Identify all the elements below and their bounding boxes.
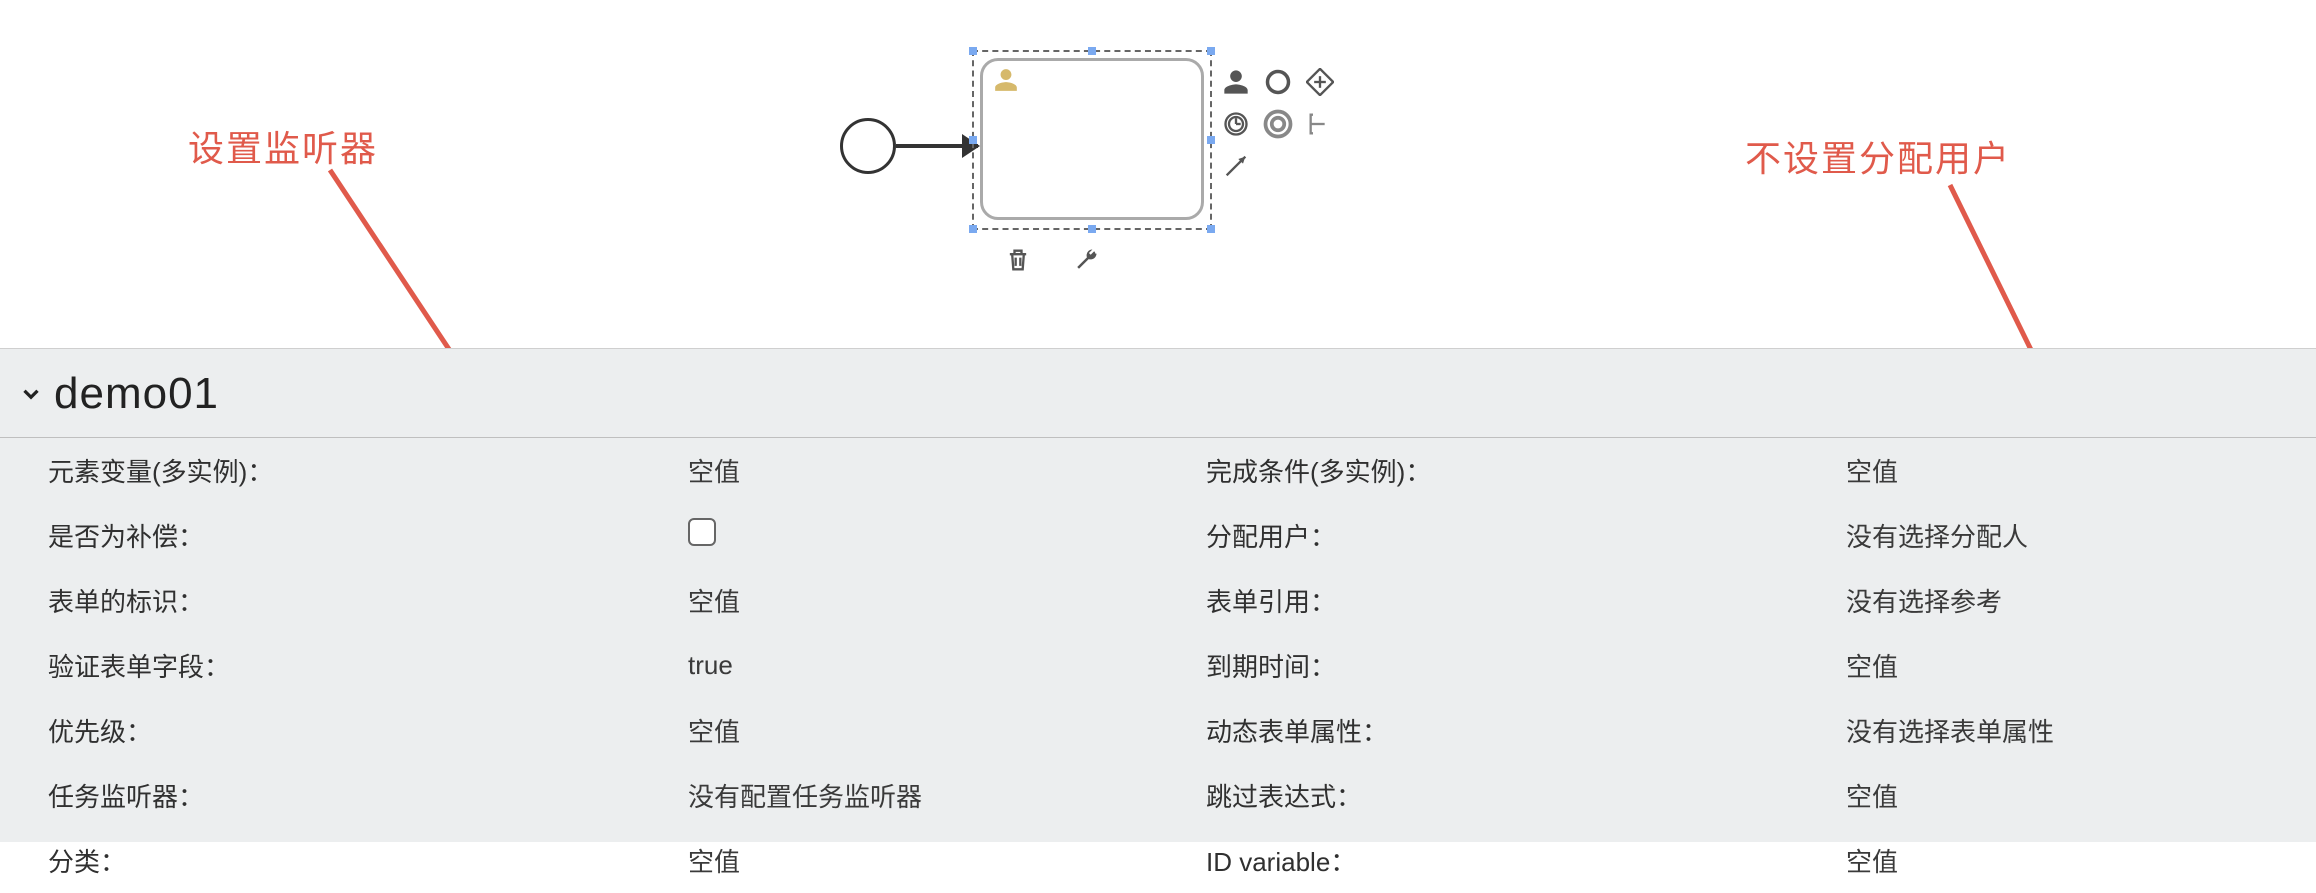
property-row[interactable]: 优先级：空值 <box>0 698 1158 763</box>
append-end-event-icon[interactable] <box>1260 64 1296 100</box>
property-row[interactable]: 任务监听器：没有配置任务监听器 <box>0 763 1158 828</box>
property-row[interactable]: 到期时间：空值 <box>1158 633 2316 698</box>
sequence-flow[interactable] <box>896 144 978 148</box>
append-gateway-icon[interactable] <box>1302 64 1338 100</box>
property-value[interactable]: true <box>688 650 1158 681</box>
property-row[interactable]: 分类：空值 <box>0 828 1158 893</box>
property-row[interactable]: 跳过表达式：空值 <box>1158 763 2316 828</box>
property-row[interactable]: 表单的标识：空值 <box>0 568 1158 633</box>
is-compensation-checkbox[interactable] <box>688 518 716 546</box>
property-label: 动态表单属性： <box>1206 712 1846 749</box>
annotation-label: 设置监听器 <box>188 128 378 169</box>
replace-element-icon[interactable] <box>1260 106 1296 142</box>
property-row[interactable]: 元素变量(多实例)：空值 <box>0 438 1158 503</box>
delete-icon[interactable] <box>1000 242 1036 278</box>
chevron-down-icon[interactable] <box>18 381 44 407</box>
properties-panel: demo01 元素变量(多实例)：空值是否为补偿：表单的标识：空值验证表单字段：… <box>0 348 2316 842</box>
user-task-selection <box>980 58 1204 220</box>
property-value[interactable]: 空值 <box>1846 647 2316 684</box>
property-value[interactable]: 空值 <box>688 842 1158 879</box>
property-label: 优先级： <box>48 712 688 749</box>
property-label: 到期时间： <box>1206 647 1846 684</box>
properties-col-right: 完成条件(多实例)：空值分配用户：没有选择分配人表单引用：没有选择参考到期时间：… <box>1158 438 2316 893</box>
property-row[interactable]: 动态表单属性：没有选择表单属性 <box>1158 698 2316 763</box>
property-row[interactable]: 表单引用：没有选择参考 <box>1158 568 2316 633</box>
append-text-annotation-icon[interactable] <box>1302 106 1338 142</box>
property-label: ID variable： <box>1206 842 1846 879</box>
user-task-node[interactable] <box>980 58 1204 220</box>
property-row[interactable]: 是否为补偿： <box>0 503 1158 568</box>
property-value[interactable]: 空值 <box>688 452 1158 489</box>
property-label: 分配用户： <box>1206 517 1846 554</box>
properties-col-left: 元素变量(多实例)：空值是否为补偿：表单的标识：空值验证表单字段：true优先级… <box>0 438 1158 893</box>
append-intermediate-event-icon[interactable] <box>1218 106 1254 142</box>
property-value[interactable]: 没有选择分配人 <box>1846 517 2316 554</box>
property-label: 分类： <box>48 842 688 879</box>
properties-title: demo01 <box>54 369 219 419</box>
property-row[interactable]: 验证表单字段：true <box>0 633 1158 698</box>
property-label: 表单引用： <box>1206 582 1846 619</box>
property-label: 是否为补偿： <box>48 517 688 554</box>
property-row[interactable]: 完成条件(多实例)：空值 <box>1158 438 2316 503</box>
context-pad <box>1218 64 1338 184</box>
property-value[interactable]: 没有配置任务监听器 <box>688 777 1158 814</box>
wrench-icon[interactable] <box>1068 242 1104 278</box>
property-value[interactable]: 空值 <box>1846 777 2316 814</box>
property-row[interactable]: 分配用户：没有选择分配人 <box>1158 503 2316 568</box>
property-value[interactable]: 空值 <box>1846 842 2316 879</box>
property-value[interactable]: 没有选择表单属性 <box>1846 712 2316 749</box>
property-value[interactable]: 空值 <box>688 712 1158 749</box>
start-event-node[interactable] <box>840 118 896 174</box>
bpmn-canvas[interactable]: 设置监听器 不设置分配用户 <box>0 0 2316 348</box>
annotation-no-assign-user: 不设置分配用户 <box>1745 130 2011 182</box>
bottom-pad <box>1000 242 1104 278</box>
property-label: 完成条件(多实例)： <box>1206 452 1846 489</box>
property-label: 跳过表达式： <box>1206 777 1846 814</box>
property-label: 表单的标识： <box>48 582 688 619</box>
annotation-set-listener: 设置监听器 <box>188 120 378 172</box>
property-label: 元素变量(多实例)： <box>48 452 688 489</box>
user-icon <box>993 67 1019 98</box>
property-row[interactable]: ID variable：空值 <box>1158 828 2316 893</box>
property-label: 任务监听器： <box>48 777 688 814</box>
property-label: 验证表单字段： <box>48 647 688 684</box>
property-value[interactable]: 没有选择参考 <box>1846 582 2316 619</box>
append-user-task-icon[interactable] <box>1218 64 1254 100</box>
properties-grid: 元素变量(多实例)：空值是否为补偿：表单的标识：空值验证表单字段：true优先级… <box>0 438 2316 893</box>
connect-icon[interactable] <box>1218 148 1254 184</box>
properties-header[interactable]: demo01 <box>0 359 2316 438</box>
annotation-label: 不设置分配用户 <box>1745 138 2011 179</box>
property-value[interactable] <box>688 518 1158 553</box>
property-value[interactable]: 空值 <box>688 582 1158 619</box>
property-value[interactable]: 空值 <box>1846 452 2316 489</box>
